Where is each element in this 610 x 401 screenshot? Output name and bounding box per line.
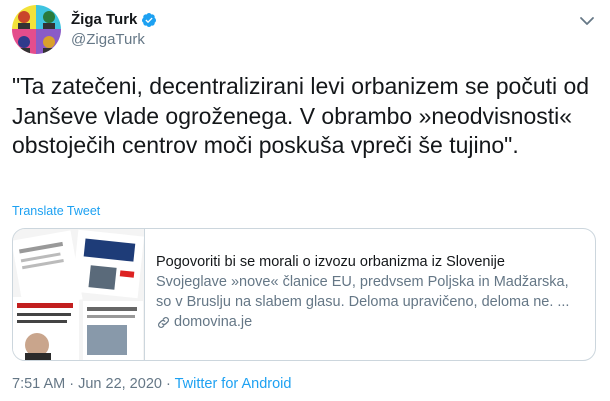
author-handle[interactable]: @ZigaTurk <box>71 31 145 48</box>
newspaper-collage-thumbnail-icon <box>13 229 144 360</box>
tweet-text: "Ta zatečeni, decentralizirani levi orba… <box>12 73 590 158</box>
card-description: Svojeglave »nove« članice EU, predvsem P… <box>156 274 570 310</box>
meta-separator: · <box>65 376 79 392</box>
card-domain-row: domovina.je <box>156 312 583 332</box>
card-domain: domovina.je <box>174 314 253 330</box>
link-preview-card[interactable]: Pogovoriti bi se morali o izvozu orbaniz… <box>12 228 596 361</box>
pop-art-portrait-avatar-icon <box>12 5 61 54</box>
card-thumbnail[interactable] <box>13 229 145 360</box>
author-name[interactable]: Žiga Turk <box>71 11 137 28</box>
verified-badge-icon <box>142 12 157 27</box>
tweet-time[interactable]: 7:51 AM <box>12 376 65 392</box>
card-title[interactable]: Pogovoriti bi se morali o izvozu orbaniz… <box>156 252 583 272</box>
chevron-down-icon[interactable] <box>578 14 596 28</box>
meta-separator: · <box>161 376 175 392</box>
tweet-source-link[interactable]: Twitter for Android <box>175 376 292 392</box>
tweet-metadata: 7:51 AM · Jun 22, 2020 · Twitter for And… <box>12 376 291 392</box>
card-body[interactable]: Pogovoriti bi se morali o izvozu orbaniz… <box>145 229 595 360</box>
translate-tweet-link[interactable]: Translate Tweet <box>12 204 100 218</box>
avatar[interactable] <box>12 5 61 54</box>
link-icon <box>158 316 169 328</box>
author-name-row[interactable]: Žiga Turk <box>71 11 157 28</box>
tweet-date[interactable]: Jun 22, 2020 <box>78 376 162 392</box>
